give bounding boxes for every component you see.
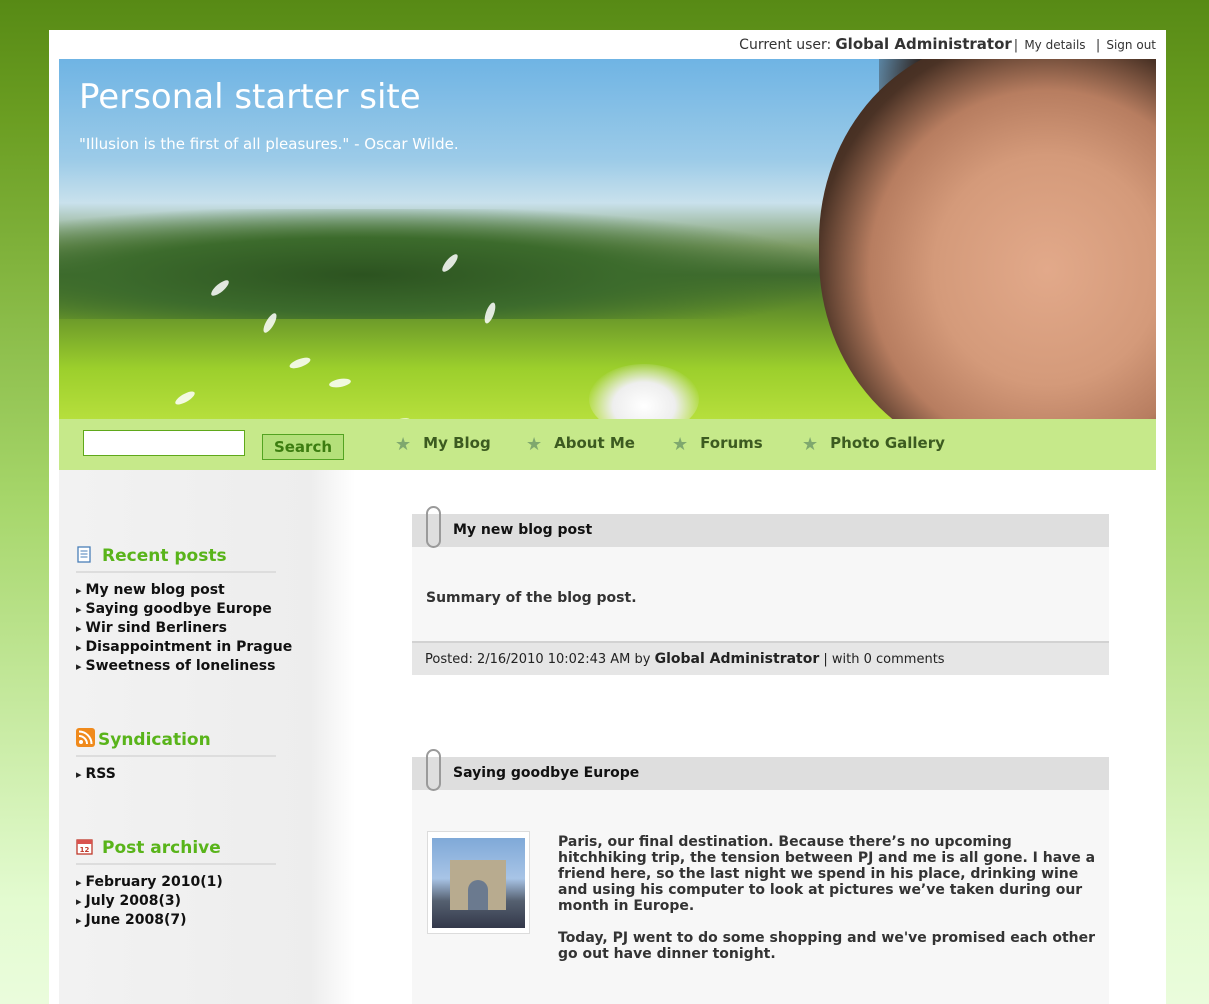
svg-text:12: 12 — [80, 846, 90, 854]
nav-item-label: About Me — [554, 434, 635, 452]
nav-item-about-me[interactable]: ★ About Me — [526, 434, 635, 455]
star-icon: ★ — [395, 434, 412, 455]
sign-out-link[interactable]: Sign out — [1106, 38, 1156, 52]
separator: | — [1091, 38, 1101, 53]
nav-item-my-blog[interactable]: ★ My Blog — [395, 434, 491, 455]
current-user-name: Global Administrator — [835, 35, 1012, 53]
post-author: Global Administrator — [654, 651, 820, 667]
paperclip-icon — [426, 506, 441, 548]
recent-posts-list: My new blog post Saying goodbye Europe W… — [76, 581, 293, 676]
post-archive-title: Post archive — [102, 838, 221, 858]
archive-link[interactable]: June 2008(7) — [76, 911, 276, 930]
blog-post: Saying goodbye Europe Paris, our final d… — [412, 749, 1109, 1004]
post-summary: Summary of the blog post. — [426, 590, 637, 606]
post-archive-heading: 12 Post archive — [76, 838, 276, 865]
nav-item-forums[interactable]: ★ Forums — [672, 434, 763, 455]
banner-image-face — [819, 59, 1156, 419]
post-title[interactable]: My new blog post — [453, 522, 592, 538]
star-icon: ★ — [802, 434, 819, 455]
banner-seed — [288, 355, 312, 371]
rss-link[interactable]: RSS — [76, 765, 276, 784]
nav-item-photo-gallery[interactable]: ★ Photo Gallery — [802, 434, 945, 455]
post-comments-link[interactable]: | with 0 comments — [823, 652, 944, 667]
user-bar: Current user: Global Administrator | My d… — [739, 35, 1156, 53]
nav-item-label: My Blog — [423, 434, 491, 452]
banner-seed — [328, 377, 352, 389]
sidebar: Recent posts My new blog post Saying goo… — [59, 470, 355, 1004]
post-header: Saying goodbye Europe — [412, 749, 1109, 791]
banner-image-hills — [59, 209, 819, 319]
arc-de-triomphe-image — [432, 838, 525, 928]
document-icon — [76, 546, 93, 563]
post-title[interactable]: Saying goodbye Europe — [453, 765, 639, 781]
nav-item-label: Forums — [700, 434, 763, 452]
site-title: Personal starter site — [79, 77, 421, 117]
recent-post-link[interactable]: Wir sind Berliners — [76, 619, 276, 638]
my-details-link[interactable]: My details — [1024, 38, 1085, 52]
syndication-heading: Syndication — [76, 728, 276, 757]
search-input[interactable] — [83, 430, 245, 456]
syndication-list: RSS — [76, 765, 276, 784]
star-icon: ★ — [672, 434, 689, 455]
post-footer: Posted: 2/16/2010 10:02:43 AM by Global … — [412, 641, 1109, 675]
recent-posts-title: Recent posts — [102, 546, 227, 566]
page-container: Current user: Global Administrator | My d… — [49, 30, 1166, 1004]
star-icon: ★ — [526, 434, 543, 455]
archive-link[interactable]: July 2008(3) — [76, 892, 276, 911]
nav-item-label: Photo Gallery — [830, 434, 945, 452]
recent-post-link[interactable]: Saying goodbye Europe — [76, 600, 276, 619]
post-paragraph: Paris, our final destination. Because th… — [558, 834, 1096, 914]
post-header: My new blog post — [412, 506, 1109, 548]
rss-icon — [76, 728, 95, 747]
recent-posts-heading: Recent posts — [76, 546, 276, 573]
calendar-icon: 12 — [76, 838, 93, 855]
separator: | — [1013, 38, 1019, 53]
recent-posts-section: Recent posts My new blog post Saying goo… — [76, 546, 293, 676]
blog-post: My new blog post Summary of the blog pos… — [412, 506, 1109, 675]
archive-list: February 2010(1) July 2008(3) June 2008(… — [76, 873, 276, 930]
current-user-label: Current user: — [739, 37, 832, 53]
banner-image-dandelion — [589, 364, 699, 419]
recent-post-link[interactable]: My new blog post — [76, 581, 276, 600]
recent-post-link[interactable]: Sweetness of loneliness — [76, 657, 276, 676]
syndication-section: Syndication RSS — [76, 728, 276, 784]
recent-post-link[interactable]: Disappointment in Prague — [76, 638, 293, 657]
post-thumbnail[interactable] — [427, 831, 530, 934]
search-button[interactable]: Search — [262, 434, 344, 460]
archive-link[interactable]: February 2010(1) — [76, 873, 276, 892]
site-quote: "Illusion is the first of all pleasures.… — [79, 135, 459, 153]
paperclip-icon — [426, 749, 441, 791]
post-date: Posted: 2/16/2010 10:02:43 AM by — [425, 652, 651, 667]
banner-seed — [173, 389, 197, 407]
syndication-title: Syndication — [98, 730, 211, 750]
post-archive-section: 12 Post archive February 2010(1) July 20… — [76, 838, 276, 930]
post-body: Paris, our final destination. Because th… — [558, 834, 1098, 978]
arch-shape — [450, 860, 506, 910]
header-banner: Personal starter site "Illusion is the f… — [59, 59, 1156, 419]
post-paragraph: Today, PJ went to do some shopping and w… — [558, 930, 1096, 962]
nav-bar: Search ★ My Blog ★ About Me ★ Forums ★ Photo… — [59, 419, 1156, 470]
